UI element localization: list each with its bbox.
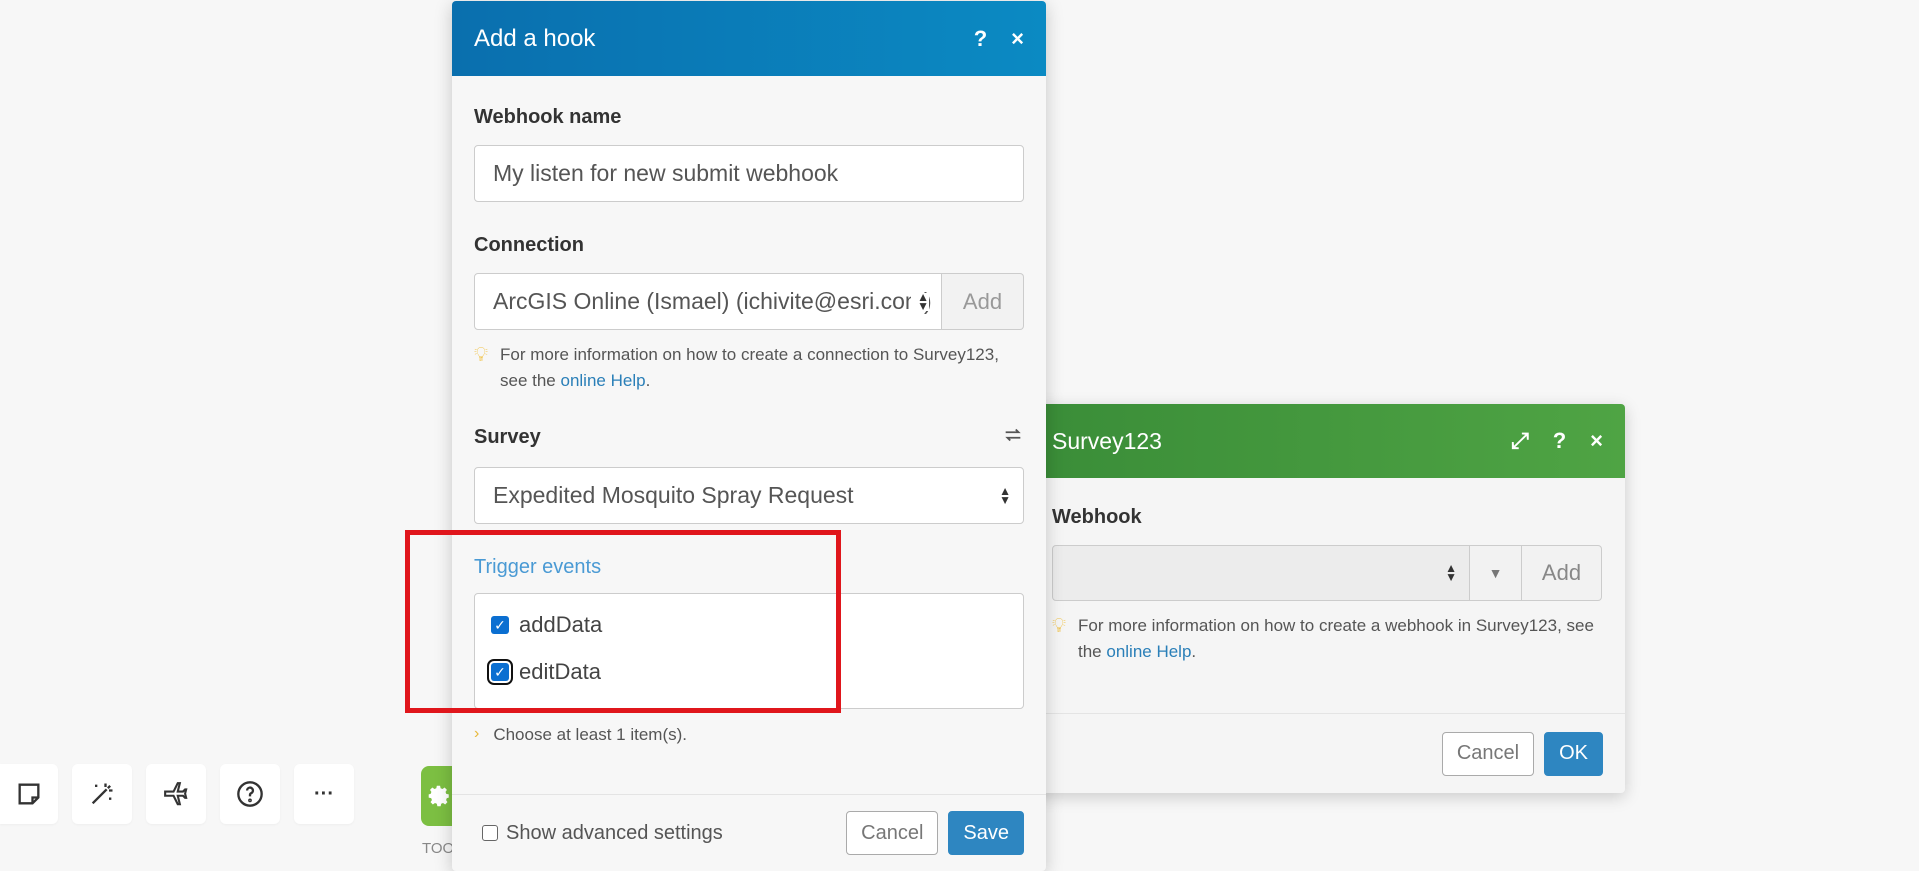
checkbox-checked-icon[interactable]: ✓: [491, 616, 509, 634]
cancel-button[interactable]: Cancel: [1441, 731, 1535, 776]
help-button[interactable]: [220, 764, 280, 824]
expand-icon[interactable]: ⤢: [1511, 430, 1529, 452]
survey-label: Survey: [474, 426, 541, 448]
survey-select[interactable]: Expedited Mosquito Spray Request ▲ ▼: [474, 467, 1024, 524]
webhook-name-input[interactable]: My listen for new submit webhook: [474, 145, 1024, 202]
advanced-settings-toggle[interactable]: Show advanced settings: [482, 822, 846, 845]
webhook-label: Webhook: [1052, 506, 1142, 528]
lightbulb-icon: 💡︎: [1052, 615, 1066, 637]
magic-wand-icon: [91, 783, 113, 805]
gear-icon: [428, 785, 449, 807]
ok-button[interactable]: OK: [1544, 731, 1603, 776]
airplane-icon: [164, 782, 188, 806]
webhook-hint: 💡︎ For more information on how to create…: [1052, 613, 1603, 665]
tools-label: TOO: [422, 840, 455, 857]
more-icon: ···: [314, 782, 334, 805]
survey123-header: Survey123 ⤢ ? ×: [1030, 404, 1625, 478]
scenario-toolbar: ···: [0, 764, 354, 824]
webhook-name-label: Webhook name: [474, 106, 622, 128]
close-icon[interactable]: ×: [1011, 27, 1024, 50]
connection-hint: 💡︎ For more information on how to create…: [474, 342, 1024, 394]
updown-icon: ▲ ▼: [911, 291, 929, 312]
online-help-link[interactable]: online Help: [561, 371, 646, 390]
dialog-title: Add a hook: [474, 24, 596, 52]
advanced-settings-checkbox[interactable]: [482, 825, 498, 841]
cancel-button[interactable]: Cancel: [846, 811, 939, 855]
auto-align-button[interactable]: [72, 764, 132, 824]
notes-button[interactable]: [0, 764, 58, 824]
checkbox-checked-icon[interactable]: ✓: [487, 659, 513, 685]
survey123-panel: Survey123 ⤢ ? × Webhook ▲ ▼ ▼ Add 💡︎ For …: [1030, 404, 1625, 793]
save-button[interactable]: Save: [948, 811, 1024, 855]
connection-select[interactable]: ArcGIS Online (Ismael) (ichivite@esri.co…: [474, 273, 942, 330]
trigger-events-label: Trigger events: [474, 556, 602, 578]
add-hook-dialog: Add a hook ? × Webhook name My listen fo…: [452, 1, 1046, 871]
help-icon[interactable]: ?: [974, 27, 987, 50]
event-item-editdata[interactable]: ✓ editData: [487, 655, 1023, 689]
help-icon[interactable]: ?: [1553, 430, 1566, 452]
chevron-down-icon: ▼: [1488, 565, 1503, 581]
panel-title: Survey123: [1052, 427, 1162, 454]
lightbulb-icon: 💡︎: [474, 344, 488, 366]
event-item-adddata[interactable]: ✓ addData: [491, 608, 1023, 642]
updown-icon: ▲ ▼: [1445, 561, 1457, 584]
updown-icon: ▲ ▼: [999, 483, 1011, 507]
explain-flow-button[interactable]: [146, 764, 206, 824]
help-circle-icon: [237, 781, 263, 807]
connection-label: Connection: [474, 234, 584, 256]
webhook-select[interactable]: ▲ ▼: [1052, 545, 1470, 601]
chevron-right-icon: ›: [474, 725, 480, 742]
more-button[interactable]: ···: [294, 764, 354, 824]
trigger-events-list: ✓ addData ✓ editData: [474, 593, 1024, 709]
online-help-link[interactable]: online Help: [1106, 642, 1191, 661]
add-webhook-button[interactable]: Add: [1522, 545, 1602, 601]
dialog-header: Add a hook ? ×: [452, 1, 1046, 76]
note-icon: [18, 783, 40, 805]
webhook-dropdown-button[interactable]: ▼: [1470, 545, 1522, 601]
add-connection-button[interactable]: Add: [942, 273, 1024, 330]
refresh-icon[interactable]: [1002, 424, 1024, 451]
choose-hint: › Choose at least 1 item(s).: [474, 725, 688, 744]
close-icon[interactable]: ×: [1590, 430, 1603, 452]
